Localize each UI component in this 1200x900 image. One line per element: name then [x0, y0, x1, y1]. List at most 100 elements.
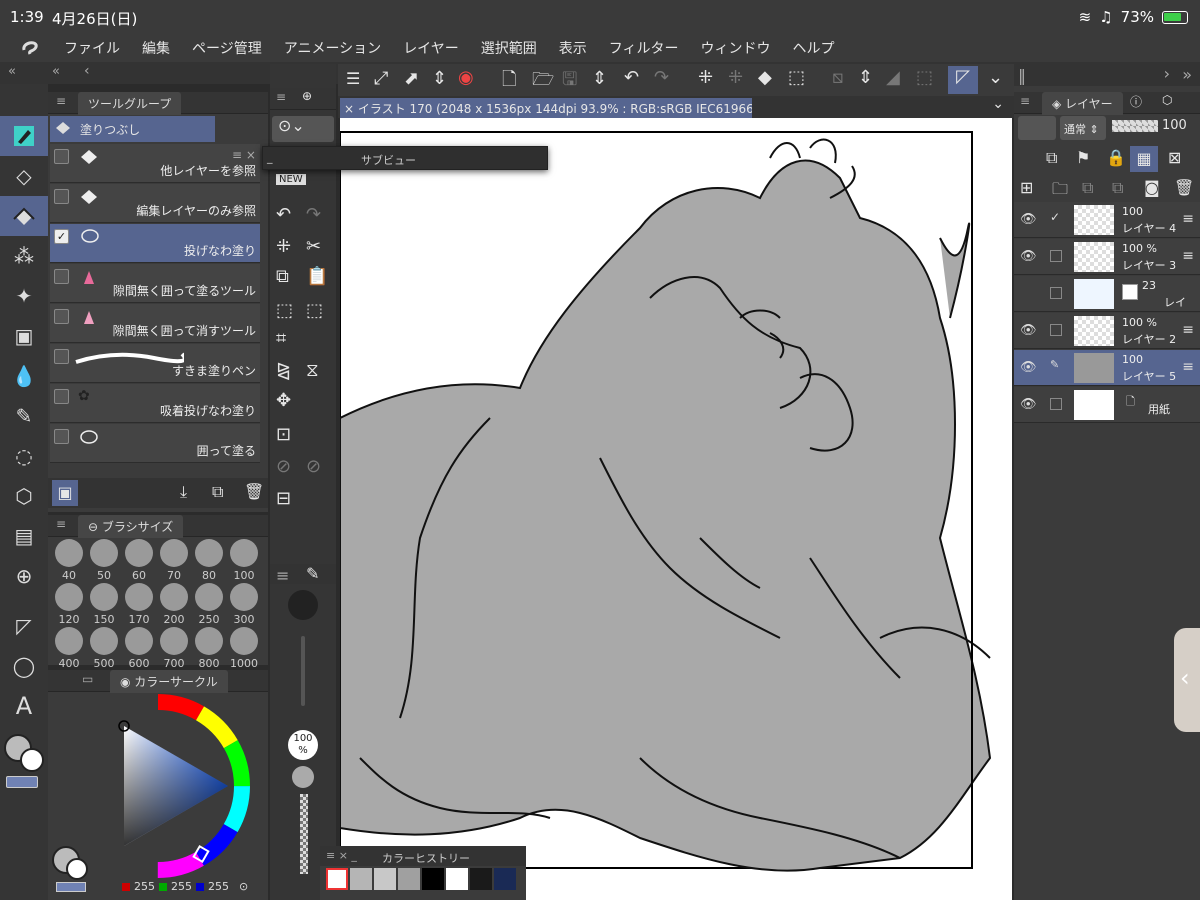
import-icon[interactable]: ⤓ [180, 482, 187, 502]
mask-create-icon[interactable]: ◙ [1144, 178, 1160, 197]
collapse-subtool-icon[interactable]: « [52, 64, 60, 79]
layer-row-selected[interactable]: 👁 ✎ 100 レイヤー 5 ≡ [1014, 350, 1200, 386]
trash-icon[interactable]: 🗑 [244, 482, 264, 501]
subtool-checkbox[interactable] [54, 189, 69, 204]
brush-size-cell[interactable]: 120 [52, 583, 86, 627]
stroke-selection-icon[interactable]: ⊘ [306, 456, 321, 477]
subtool-checkbox[interactable] [54, 149, 69, 164]
menu-layer[interactable]: レイヤー [403, 38, 459, 58]
sub-color-swatch[interactable] [66, 858, 88, 880]
layer-menu-icon[interactable]: ≡ [1182, 211, 1194, 227]
layer-checkbox[interactable] [1050, 324, 1062, 336]
brush-size-cell[interactable]: 50 [87, 539, 121, 583]
rotate-icon[interactable]: ✥ [276, 390, 291, 411]
info-icon[interactable]: ⓘ [1130, 93, 1142, 110]
subtool-item[interactable]: 他レイヤーを参照 [50, 144, 260, 183]
grip-icon[interactable]: ‖ [1018, 66, 1026, 85]
balloon-tool-icon[interactable]: ◯ [0, 646, 48, 686]
chevron-right-icon[interactable]: › [1164, 64, 1170, 83]
new-file-icon[interactable]: 🗋 [502, 67, 516, 97]
layer-checkbox[interactable] [1050, 250, 1062, 262]
color-history-swatch[interactable] [374, 868, 396, 890]
open-folder-icon[interactable]: 🗁 [532, 67, 554, 97]
subtool-settings-icon[interactable]: ▣ [52, 480, 78, 506]
eye-icon[interactable]: 👁 [1020, 397, 1037, 412]
duplicate-icon[interactable]: ⧉ [212, 482, 223, 502]
drawing-canvas[interactable] [340, 118, 1012, 900]
canvas-tab[interactable]: × イラスト 170 (2048 x 1536px 144dpi 93.9% :… [340, 98, 752, 118]
sidebar-handle[interactable]: ‹ [1174, 628, 1200, 732]
layer-row[interactable]: 23 レイ [1014, 276, 1200, 312]
brush-size-cell[interactable]: 800 [192, 627, 226, 671]
layer-menu-icon[interactable]: ≡ [1182, 322, 1194, 338]
menu-icon[interactable]: ☰ [346, 69, 360, 88]
eye-icon[interactable]: 👁 [1020, 249, 1037, 264]
eye-icon[interactable]: 👁 [1020, 360, 1037, 375]
snap-icon[interactable]: ◢ [886, 67, 900, 88]
brush-size-cell[interactable]: 500 [87, 627, 121, 671]
tone-tool-icon[interactable]: ▣ [0, 316, 48, 356]
spray-tool-icon[interactable]: ⁂ [0, 236, 48, 276]
brush-size-cell[interactable]: 80 [192, 539, 226, 583]
lock-icon[interactable]: 🔒 [1106, 148, 1126, 167]
fill-icon[interactable]: ◆ [758, 67, 772, 88]
chevron-left-icon[interactable]: ‹ [84, 63, 90, 79]
record-icon[interactable]: ◉ [458, 67, 474, 88]
transparent-color-icon[interactable] [6, 776, 38, 788]
tab-layer[interactable]: ◈ レイヤー [1042, 92, 1123, 115]
color-settings-icon[interactable]: ⊙ [239, 880, 248, 893]
clip-icon[interactable]: ⧉ [1046, 148, 1057, 168]
layer-checkbox[interactable] [1050, 287, 1062, 299]
fit-icon[interactable]: ⤢ [374, 68, 388, 89]
layer-menu-icon[interactable]: ≡ [1182, 248, 1194, 264]
brush-size-cell[interactable]: 60 [122, 539, 156, 583]
subtool-checkbox[interactable] [54, 389, 69, 404]
eye-icon[interactable]: 👁 [1020, 323, 1037, 338]
fill-tool-icon[interactable] [0, 196, 48, 236]
color-history-swatch[interactable] [350, 868, 372, 890]
redo-icon[interactable]: ↷ [306, 204, 321, 225]
transform-icon[interactable]: ⬚ [276, 300, 293, 321]
subtool-item[interactable]: ✿ 吸着投げなわ塗り [50, 384, 260, 423]
menu-help[interactable]: ヘルプ [793, 38, 835, 58]
eye-icon[interactable]: 👁 [1020, 212, 1037, 227]
subview-drag-icon[interactable]: ≡ × [232, 148, 256, 162]
brush-size-cell[interactable]: 40 [52, 539, 86, 583]
new-icon[interactable]: NEW [276, 174, 306, 185]
sort-icon[interactable]: ⇕ [592, 68, 607, 89]
color-history-swatch[interactable] [326, 868, 348, 890]
undo-toolbar-icon[interactable]: ↶ [624, 67, 639, 88]
opacity-bar[interactable] [1112, 120, 1158, 132]
menu-page[interactable]: ページ管理 [192, 38, 262, 58]
panel-menu-icon[interactable]: ≡ [56, 94, 66, 108]
panel-menu-icon[interactable]: ≡ [56, 517, 66, 531]
transform-tool-icon[interactable]: ⬡ [0, 476, 48, 516]
brush-size-cell[interactable]: 600 [122, 627, 156, 671]
color-history-swatch[interactable] [494, 868, 516, 890]
brush-size-cell[interactable]: 70 [157, 539, 191, 583]
merge-icon[interactable]: ⧉ [1082, 178, 1093, 198]
free-transform-icon[interactable]: ⬚ [306, 300, 323, 321]
color-history-swatch[interactable] [422, 868, 444, 890]
eyedropper-tool-icon[interactable]: ✎ [0, 396, 48, 436]
navigator-icon[interactable]: ⊕ [302, 89, 312, 103]
pen-tool-icon[interactable] [0, 116, 48, 156]
layer-row[interactable]: 👁 100 % レイヤー 2 ≡ [1014, 313, 1200, 349]
layer-checkbox[interactable] [1050, 398, 1062, 410]
deselect-icon[interactable]: ⁜ [698, 67, 713, 88]
layer-row[interactable]: 👁 ✓ 100 レイヤー 4 ≡ [1014, 202, 1200, 238]
cube-icon[interactable]: ⬡ [1162, 93, 1172, 107]
mesh-transform-icon[interactable]: ⌗ [276, 328, 286, 349]
color-history-swatch[interactable] [446, 868, 468, 890]
invert-icon[interactable]: ⁜ [728, 67, 743, 88]
collapse-right-icon[interactable]: » [1182, 65, 1192, 84]
tab-tool-group[interactable]: ツールグループ [78, 92, 182, 115]
menu-file[interactable]: ファイル [64, 38, 120, 58]
checkmark-icon[interactable]: ✓ [54, 229, 69, 244]
subtool-item-selected[interactable]: ✓ 投げなわ塗り [50, 224, 260, 263]
sub-color-icon[interactable] [20, 748, 44, 772]
ref-layer-icon[interactable]: ⚑ [1076, 148, 1090, 167]
menu-animation[interactable]: アニメーション [284, 38, 381, 58]
gradient-tool-icon[interactable]: ▤ [0, 516, 48, 556]
select-all-icon[interactable]: ⊡ [276, 424, 291, 445]
